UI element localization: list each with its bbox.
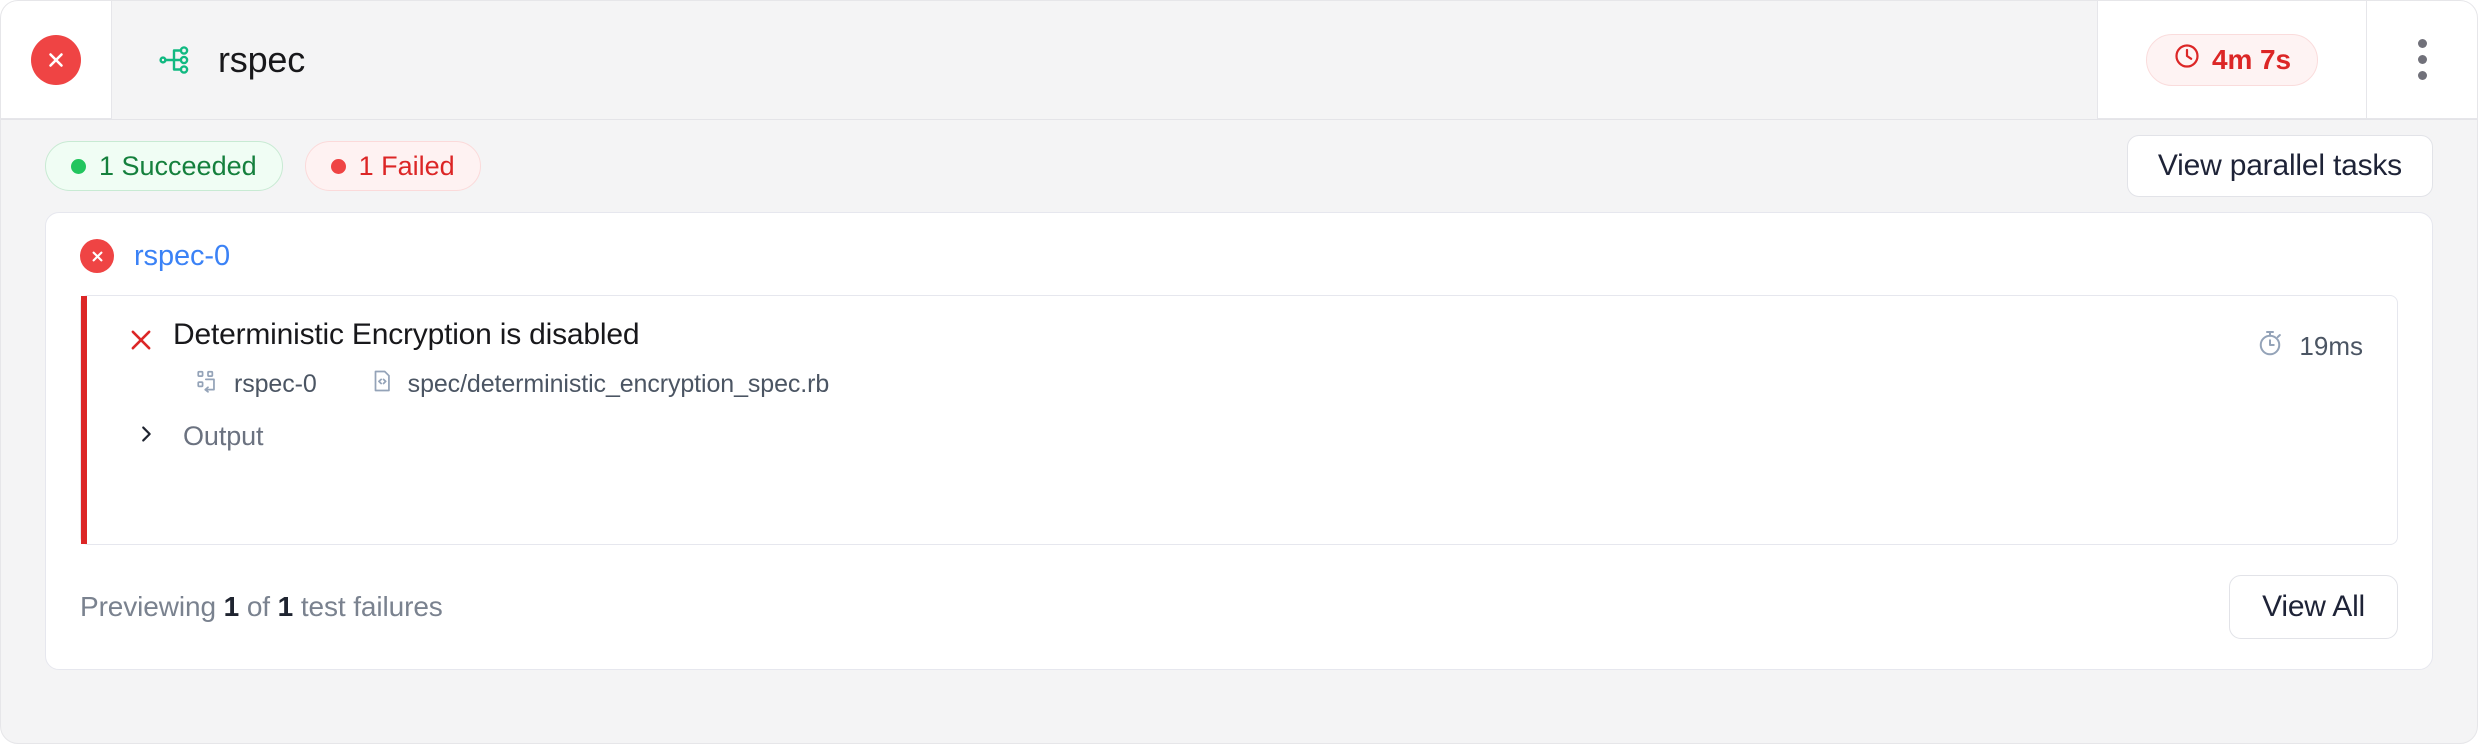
preview-shown-count: 1: [223, 591, 240, 622]
total-duration-label: 4m 7s: [2212, 43, 2291, 75]
failure-file-meta: spec/deterministic_encryption_spec.rb: [369, 368, 830, 401]
page-title: rspec: [218, 39, 306, 80]
status-badge-failed-label: 1 Failed: [358, 150, 455, 181]
failure-title: Deterministic Encryption is disabled: [173, 318, 640, 351]
status-pill-row: 1 Succeeded 1 Failed: [45, 141, 481, 191]
failure-task-label: rspec-0: [234, 370, 317, 398]
failure-body: Deterministic Encryption is disabled rsp…: [81, 296, 2397, 480]
partition-node-icon: [195, 368, 221, 401]
header-duration-cell: 4m 7s: [2097, 1, 2367, 119]
failure-duration-label: 19ms: [2299, 331, 2363, 361]
chevron-right-icon: [135, 423, 157, 450]
preview-prefix: Previewing: [80, 591, 216, 622]
kebab-menu-icon[interactable]: [2406, 27, 2439, 92]
failure-summary-row: Deterministic Encryption is disabled rsp…: [127, 318, 2363, 401]
output-toggle-row[interactable]: Output: [127, 401, 2363, 458]
output-toggle-label: Output: [183, 421, 264, 451]
failure-main: Deterministic Encryption is disabled rsp…: [173, 318, 2255, 401]
failure-card: Deterministic Encryption is disabled rsp…: [80, 295, 2398, 545]
kebab-dot: [2417, 55, 2427, 64]
x-icon: [127, 318, 173, 359]
task-result-panel: rspec 4m 7s 1 Succeeded 1 Failed View pa…: [0, 0, 2478, 744]
failure-task-meta: rspec-0: [195, 368, 317, 401]
header-status-cell: [1, 1, 112, 119]
clock-icon: [2173, 42, 2201, 77]
status-badge-failed: 1 Failed: [304, 141, 481, 191]
x-circle-icon: [31, 34, 81, 85]
view-all-button[interactable]: View All: [2229, 575, 2398, 639]
stopwatch-icon: [2255, 328, 2285, 365]
header-menu-cell: [2367, 1, 2477, 119]
header-title-cell: rspec: [112, 1, 2097, 119]
preview-middle: of: [246, 591, 270, 622]
task-header-row: rspec-0: [46, 213, 2432, 291]
failure-accent-bar: [81, 296, 87, 544]
failure-duration: 19ms: [2255, 318, 2363, 365]
panel-footer: Previewing 1 of 1 test failures View All: [46, 545, 2432, 669]
kebab-dot: [2417, 39, 2427, 48]
preview-total-count: 1: [277, 591, 294, 622]
status-badge-succeeded-label: 1 Succeeded: [99, 150, 257, 181]
kebab-dot: [2417, 71, 2427, 80]
preview-count-text: Previewing 1 of 1 test failures: [80, 591, 443, 623]
x-circle-icon: [80, 239, 114, 273]
code-file-icon: [369, 368, 395, 401]
failure-meta-row: rspec-0 spec/deterministic_encryption_sp…: [173, 368, 2255, 401]
failed-dot-icon: [330, 158, 346, 174]
preview-suffix: test failures: [300, 591, 443, 622]
status-strip: 1 Succeeded 1 Failed View parallel tasks: [1, 120, 2477, 212]
success-dot-icon: [71, 158, 86, 174]
results-panel: rspec-0 Deterministic Encryption is disa…: [45, 212, 2433, 670]
header-bar: rspec 4m 7s: [1, 1, 2477, 120]
task-link-rspec-0[interactable]: rspec-0: [134, 240, 230, 273]
total-duration-badge: 4m 7s: [2146, 33, 2318, 86]
view-parallel-tasks-button[interactable]: View parallel tasks: [2126, 135, 2433, 197]
fan-out-branch-icon: [156, 40, 196, 80]
status-badge-succeeded: 1 Succeeded: [45, 141, 283, 191]
failure-file-path: spec/deterministic_encryption_spec.rb: [407, 370, 830, 398]
